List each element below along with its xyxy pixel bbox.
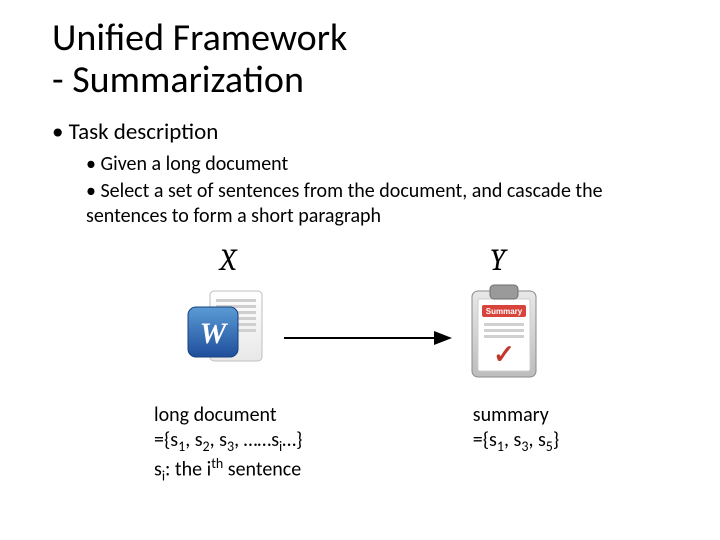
- clipboard-label: Summary: [486, 307, 523, 316]
- bullet-level2-b: Select a set of sentences from the docum…: [86, 179, 668, 229]
- title-line-2: - Summarization: [52, 57, 304, 103]
- title-line-1: Unified Framework: [52, 15, 347, 61]
- bullet-l2b-text: Select a set of sentences from the docum…: [86, 179, 603, 228]
- caption-left-line1: long document: [154, 403, 447, 428]
- caption-right-line2: ={s1, s3, s5}: [473, 428, 668, 456]
- caption-right-line1: summary: [473, 403, 668, 428]
- caption-right: summary ={s1, s3, s5}: [473, 403, 668, 486]
- checkmark-icon: ✓: [493, 339, 515, 369]
- figure-area: X Y W: [52, 243, 668, 403]
- bullet-l1-text: Task description: [69, 118, 219, 146]
- right-arrow-icon: [284, 323, 454, 353]
- summary-clipboard-icon: Summary ✓: [464, 281, 544, 381]
- captions-row: long document ={s1, s2, s3, ……si…} si: t…: [52, 403, 668, 486]
- slide: Unified Framework - Summarization Task d…: [0, 0, 720, 540]
- word-document-icon: W: [182, 285, 272, 375]
- bullet-level2-a: Given a long document: [86, 152, 668, 177]
- slide-title: Unified Framework - Summarization: [52, 18, 668, 102]
- caption-left-line2: ={s1, s2, s3, ……si…}: [154, 428, 447, 456]
- variable-x: X: [220, 243, 236, 278]
- bullet-level1: Task description: [52, 118, 668, 146]
- caption-left-line3: si: the ith sentence: [154, 455, 447, 485]
- variable-y: Y: [490, 243, 506, 278]
- svg-text:W: W: [200, 317, 229, 350]
- caption-left: long document ={s1, s2, s3, ……si…} si: t…: [154, 403, 447, 486]
- bullet-l2a-text: Given a long document: [100, 152, 288, 176]
